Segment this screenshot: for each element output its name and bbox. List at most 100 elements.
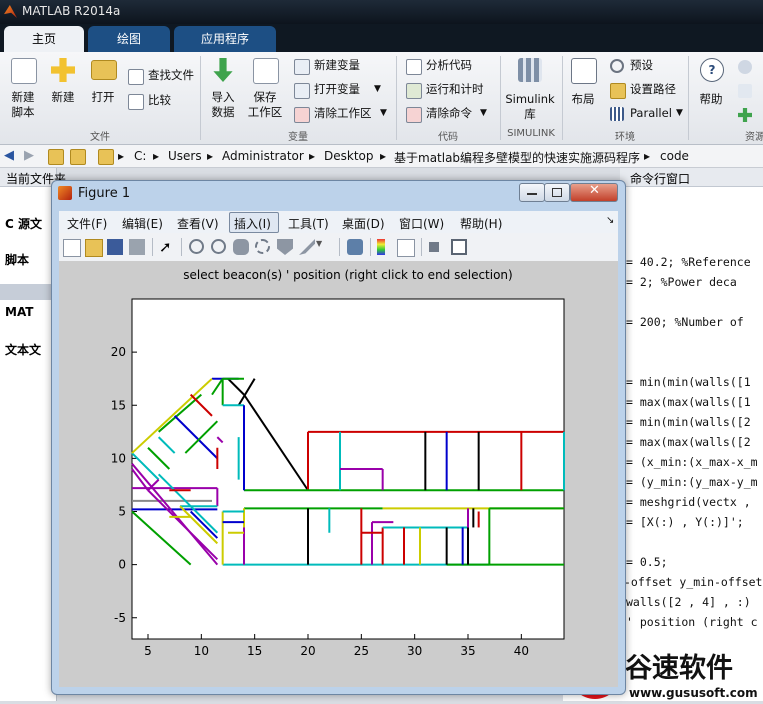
group-file-label: 文件 <box>90 132 110 143</box>
breadcrumb-code[interactable]: code <box>660 149 689 163</box>
chevron-down-icon[interactable]: ▼ <box>380 106 387 121</box>
add-ons-icon[interactable] <box>738 108 752 122</box>
zoom-in-icon[interactable] <box>189 239 204 254</box>
menu-insert[interactable]: 插入(I) <box>234 215 271 232</box>
figure-window[interactable]: Figure 1 ✕ 文件(F) 编辑(E) 查看(V) 插入(I) 工具(T)… <box>51 180 626 695</box>
code-line: = min(min(walls([2 <box>626 415 751 429</box>
breadcrumb-desktop[interactable]: Desktop <box>324 149 374 163</box>
group-simulink-label: SIMULINK <box>507 128 555 139</box>
save-workspace-label: 保存 工作区 <box>247 90 283 119</box>
minimize-button[interactable] <box>519 183 545 202</box>
plot-title: select beacon(s) ' position (right click… <box>183 268 512 282</box>
help-icon: ? <box>700 58 724 82</box>
save-icon[interactable] <box>107 239 123 255</box>
open-file-icon[interactable] <box>85 239 103 257</box>
back-arrow-icon[interactable]: ◀ <box>4 148 14 163</box>
request-support-icon[interactable] <box>738 84 752 98</box>
code-line: = [X(:) , Y(:)]'; <box>626 515 744 529</box>
edit-plot-arrow-icon[interactable]: ➚ <box>159 239 175 255</box>
data-cursor-icon[interactable] <box>277 239 293 255</box>
maximize-button[interactable] <box>544 183 570 202</box>
community-icon[interactable] <box>738 60 752 74</box>
show-plot-tools-icon[interactable] <box>451 239 467 255</box>
menu-view[interactable]: 查看(V) <box>177 215 219 232</box>
gear-icon <box>610 59 624 73</box>
breadcrumb-project-folder[interactable]: 基于matlab编程多壁模型的快速实施源码程序 <box>394 149 640 166</box>
new-script-label: 新建 脚本 <box>11 90 35 119</box>
help-label: 帮助 <box>699 92 723 106</box>
chevron-down-icon[interactable]: ▼ <box>316 239 332 255</box>
tab-plots[interactable]: 绘图 <box>88 26 170 52</box>
hide-plot-tools-icon[interactable] <box>429 242 439 252</box>
maximize-icon <box>552 188 562 197</box>
new-label: 新建 <box>51 90 75 104</box>
figure-canvas[interactable]: select beacon(s) ' position (right click… <box>59 261 618 687</box>
code-line: walls([2 , 4] , :) <box>626 595 751 609</box>
breadcrumb-separator: ▸ <box>153 149 160 163</box>
eraser-icon <box>294 107 310 123</box>
menu-file[interactable]: 文件(F) <box>67 215 107 232</box>
tab-home[interactable]: 主页 <box>4 26 84 52</box>
menu-edit[interactable]: 编辑(E) <box>122 215 163 232</box>
folder-group-text[interactable]: 文本文 <box>5 341 41 358</box>
group-environment-label: 环境 <box>615 132 635 143</box>
y-tick-label: 10 <box>111 451 126 465</box>
print-icon[interactable] <box>129 239 145 255</box>
svg-text:www.gususoft.com: www.gususoft.com <box>629 686 758 700</box>
breadcrumb-separator: ▸ <box>207 149 214 163</box>
code-line: = 2; %Power deca <box>626 275 737 289</box>
figure-toolbar: ➚ ▼ <box>59 233 618 262</box>
folder-group-scripts[interactable]: 脚本 <box>5 251 29 268</box>
clear-workspace-label: 清除工作区 <box>314 106 372 120</box>
selected-file-row[interactable] <box>0 284 56 300</box>
close-button[interactable]: ✕ <box>570 183 618 202</box>
chevron-down-icon[interactable]: ▼ <box>374 82 381 97</box>
legend-icon[interactable] <box>397 239 415 257</box>
brush-icon[interactable] <box>299 239 315 255</box>
breadcrumb-separator: ▸ <box>380 149 387 163</box>
forward-arrow-icon[interactable]: ▶ <box>24 148 34 163</box>
pan-hand-icon[interactable] <box>233 239 249 255</box>
dock-arrow-icon[interactable]: ↘ <box>606 215 614 226</box>
figure-title: Figure 1 <box>78 186 131 201</box>
preferences-label: 预设 <box>630 58 653 72</box>
folder-group-c-source[interactable]: C 源文 <box>5 215 42 232</box>
analyze-code-icon <box>406 59 422 75</box>
browse-folder-icon[interactable] <box>70 149 86 165</box>
menu-desktop[interactable]: 桌面(D) <box>342 215 385 232</box>
breadcrumb-administrator[interactable]: Administrator <box>222 149 304 163</box>
chevron-down-icon[interactable]: ▼ <box>676 106 683 121</box>
new-figure-icon[interactable] <box>63 239 81 257</box>
menu-window[interactable]: 窗口(W) <box>399 215 444 232</box>
colorbar-icon[interactable] <box>377 239 385 255</box>
plot-svg[interactable]: select beacon(s) ' position (right click… <box>59 261 618 687</box>
y-tick-label: 0 <box>118 558 126 572</box>
new-variable-icon <box>294 59 310 75</box>
matlab-logo-icon <box>4 5 17 18</box>
breadcrumb-separator: ▸ <box>644 149 651 163</box>
link-plot-icon[interactable] <box>347 239 363 255</box>
command-window[interactable]: 命令行窗口 = 40.2; %Reference = 2; %Power dec… <box>620 168 763 701</box>
folder-up-icon[interactable] <box>48 149 64 165</box>
menu-tools[interactable]: 工具(T) <box>288 215 329 232</box>
rotate-3d-icon[interactable] <box>255 239 270 254</box>
breadcrumb-users[interactable]: Users <box>168 149 202 163</box>
new-variable-label: 新建变量 <box>314 58 360 72</box>
chevron-down-icon[interactable]: ▼ <box>480 106 487 121</box>
svg-text:谷速软件: 谷速软件 <box>625 653 733 684</box>
y-tick-label: 15 <box>111 398 126 412</box>
parallel-icon <box>610 107 624 121</box>
layout-icon <box>571 58 597 84</box>
address-bar: ◀ ▶ ▸ C: ▸ Users ▸ Administrator ▸ Deskt… <box>0 145 763 168</box>
folder-icon <box>98 149 114 165</box>
tab-apps[interactable]: 应用程序 <box>174 26 276 52</box>
code-line: = max(max(walls([2 <box>626 435 751 449</box>
zoom-out-icon[interactable] <box>211 239 226 254</box>
separator <box>152 238 153 256</box>
menu-help[interactable]: 帮助(H) <box>460 215 502 232</box>
y-tick-label: -5 <box>114 611 126 625</box>
import-arrow-icon <box>213 58 233 82</box>
folder-group-mat[interactable]: MAT <box>5 305 33 319</box>
breadcrumb-drive[interactable]: C: <box>134 149 146 163</box>
code-line: = (x_min:(x_max-x_m <box>626 455 758 469</box>
